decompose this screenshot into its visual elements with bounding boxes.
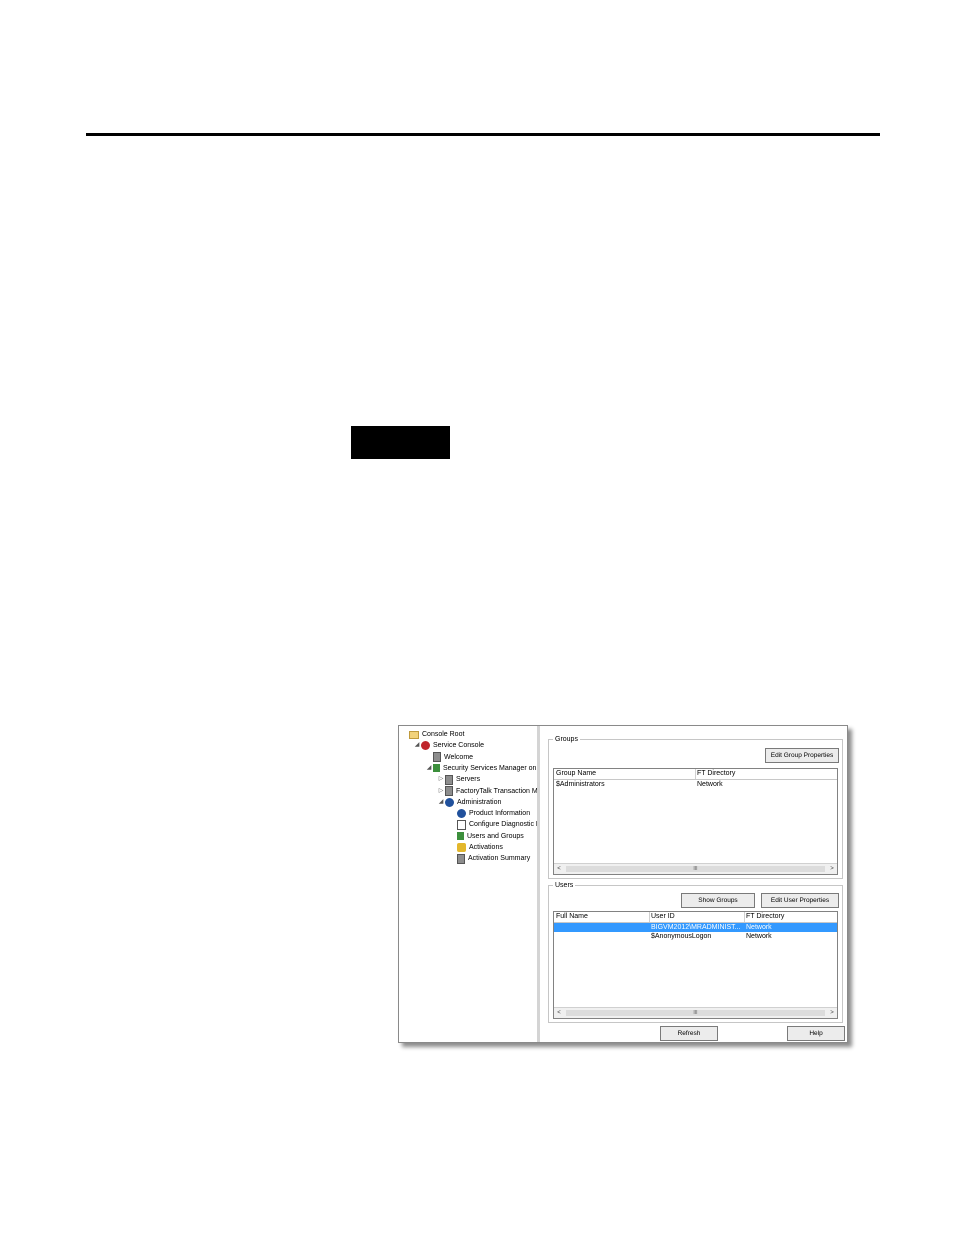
header-rule bbox=[86, 133, 880, 136]
tree-item-label: Servers bbox=[456, 776, 481, 784]
table-row[interactable]: $Administrators Network bbox=[554, 780, 837, 789]
tree-item[interactable]: Users and Groups bbox=[449, 831, 524, 842]
table-row[interactable]: $AnonymousLogon Network bbox=[554, 932, 837, 941]
tree-item-label: Console Root bbox=[422, 731, 465, 738]
service-console-icon bbox=[421, 741, 430, 751]
tree-item-label: Product Information bbox=[469, 810, 531, 818]
expander-icon[interactable]: ◢ bbox=[425, 763, 433, 774]
tree-item[interactable]: ◢ Service Console bbox=[413, 740, 484, 751]
tree-item-label: Welcome bbox=[444, 753, 474, 761]
tree-item[interactable]: ◢ Administration bbox=[437, 797, 501, 808]
ft-directory-cell: Network bbox=[746, 933, 772, 940]
tree-item[interactable]: Configure Diagnostic L bbox=[449, 819, 538, 830]
tree-item[interactable]: Product Information bbox=[449, 808, 530, 819]
user-id-cell: BIGVM2012\MRADMINIST... bbox=[651, 924, 741, 931]
tree-item-label: Configure Diagnostic L bbox=[469, 821, 538, 829]
edit-user-properties-button[interactable]: Edit User Properties bbox=[761, 893, 839, 908]
groups-list-header: Group Name FT Directory bbox=[554, 769, 837, 780]
column-header-ft-directory[interactable]: FT Directory bbox=[744, 912, 837, 922]
edit-group-properties-button[interactable]: Edit Group Properties bbox=[765, 748, 839, 763]
tree-item[interactable]: ◢ Security Services Manager on I bbox=[425, 763, 538, 774]
tree-item-label: Service Console bbox=[433, 742, 484, 750]
groups-list: Group Name FT Directory $Administrators … bbox=[553, 768, 838, 875]
folder-icon bbox=[409, 730, 419, 739]
tree-item[interactable]: Welcome bbox=[425, 752, 473, 763]
activation-summary-icon bbox=[457, 853, 465, 864]
console-tree: Console Root ◢ Service Console Welcome ◢ Secu… bbox=[399, 726, 538, 1042]
expander-icon[interactable]: ◢ bbox=[413, 740, 421, 751]
tree-item[interactable]: ▷ FactoryTalk Transaction M bbox=[437, 786, 538, 797]
users-horizontal-scrollbar[interactable]: < III > bbox=[554, 1007, 837, 1018]
users-groups-screenshot: Console Root ◢ Service Console Welcome ◢ Secu… bbox=[398, 725, 848, 1043]
refresh-button[interactable]: Refresh bbox=[660, 1026, 718, 1041]
scroll-left-icon[interactable]: < bbox=[554, 1008, 564, 1018]
scroll-right-icon[interactable]: > bbox=[827, 864, 837, 874]
column-header-full-name[interactable]: Full Name bbox=[554, 912, 650, 922]
expander-icon[interactable]: ◢ bbox=[437, 797, 445, 808]
tree-item-label: Administration bbox=[457, 798, 502, 806]
ft-directory-cell: Network bbox=[697, 781, 723, 788]
activations-icon bbox=[457, 843, 466, 852]
expander-icon[interactable]: ▷ bbox=[437, 786, 445, 797]
product-info-icon bbox=[457, 809, 466, 819]
diagnostic-icon bbox=[457, 819, 466, 830]
users-groupbox: Users Show Groups Edit User Properties F… bbox=[548, 881, 843, 1023]
scroll-right-icon[interactable]: > bbox=[827, 1008, 837, 1018]
table-row-selected[interactable]: BIGVM2012\MRADMINIST... Network bbox=[554, 923, 837, 932]
users-groups-icon bbox=[457, 832, 464, 841]
redacted-label-box bbox=[351, 426, 450, 459]
scroll-thumb[interactable]: III bbox=[566, 1010, 825, 1016]
user-id-cell: $AnonymousLogon bbox=[651, 933, 712, 940]
scroll-thumb[interactable]: III bbox=[566, 866, 825, 872]
column-header-group-name[interactable]: Group Name bbox=[554, 769, 696, 779]
column-header-user-id[interactable]: User ID bbox=[649, 912, 745, 922]
servers-icon bbox=[445, 774, 453, 785]
groups-label: Groups bbox=[553, 735, 580, 744]
tree-item-label: Activations bbox=[469, 844, 503, 851]
users-label: Users bbox=[553, 881, 576, 890]
groups-horizontal-scrollbar[interactable]: < III > bbox=[554, 863, 837, 874]
tree-item[interactable]: ▷ Servers bbox=[437, 774, 480, 785]
tree-item-label: Activation Summary bbox=[468, 855, 531, 863]
ft-directory-cell: Network bbox=[746, 924, 772, 931]
administration-icon bbox=[445, 797, 454, 807]
tree-item[interactable]: Activation Summary bbox=[449, 853, 530, 864]
details-pane: Groups Edit Group Properties Group Name … bbox=[540, 726, 847, 1042]
help-button[interactable]: Help bbox=[787, 1026, 845, 1041]
tree-item[interactable]: Console Root bbox=[401, 729, 464, 740]
show-groups-button[interactable]: Show Groups bbox=[681, 893, 755, 908]
scroll-left-icon[interactable]: < bbox=[554, 864, 564, 874]
tree-item-label: FactoryTalk Transaction M bbox=[456, 787, 538, 795]
welcome-icon bbox=[433, 752, 441, 763]
tree-item[interactable]: Activations bbox=[449, 842, 503, 853]
users-list: Full Name User ID FT Directory BIGVM2012… bbox=[553, 911, 838, 1019]
groups-groupbox: Groups Edit Group Properties Group Name … bbox=[548, 735, 843, 879]
group-name-cell: $Administrators bbox=[556, 781, 605, 788]
users-list-header: Full Name User ID FT Directory bbox=[554, 912, 837, 923]
expander-icon[interactable]: ▷ bbox=[437, 774, 445, 785]
transaction-manager-icon bbox=[445, 786, 453, 796]
column-header-ft-directory[interactable]: FT Directory bbox=[695, 769, 837, 779]
tree-item-label: Security Services Manager on I bbox=[443, 764, 538, 772]
tree-item-label: Users and Groups bbox=[467, 832, 524, 840]
security-manager-icon bbox=[433, 764, 440, 773]
